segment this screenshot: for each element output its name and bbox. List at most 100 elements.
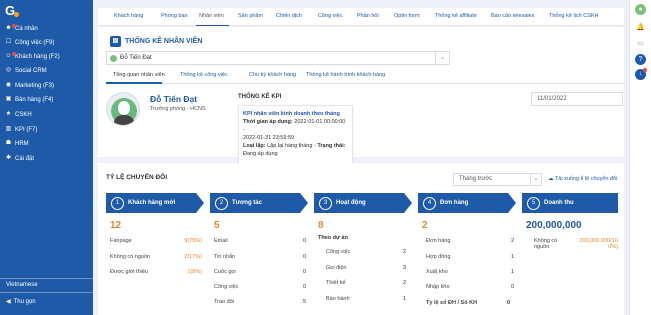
- date-input[interactable]: 11/01/2022: [531, 92, 623, 106]
- tab-campaigns[interactable]: Chiến dịch: [276, 13, 302, 19]
- step-number: 4: [423, 197, 436, 210]
- step-label: Doanh thu: [544, 200, 574, 206]
- step-new-customers[interactable]: 1 Khách hàng mới: [106, 193, 204, 213]
- row-value: 200,000,000(10 0%): [579, 238, 618, 250]
- help-icon[interactable]: ?: [635, 54, 646, 65]
- sidebar-item-customers[interactable]: ☺ Khách hàng (F2): [5, 52, 60, 60]
- step-activity[interactable]: 3 Hoạt động: [314, 193, 412, 213]
- star-icon: ★: [5, 111, 12, 117]
- list-item: Email 0: [214, 238, 306, 244]
- right-rail: ● 🔔 ▭ ? ↓: [629, 0, 651, 315]
- chevron-down-icon: ⌄: [435, 52, 449, 64]
- period-select[interactable]: Tháng trước ⌄: [453, 173, 542, 186]
- column-subheading: Theo dự án: [318, 235, 348, 241]
- row-key: Công việc: [214, 284, 239, 290]
- user-avatar-icon[interactable]: ●: [635, 4, 646, 15]
- notification-icon[interactable]: ↓: [635, 68, 647, 80]
- tab-customers[interactable]: Khách hàng: [114, 13, 143, 19]
- subtab-task-stats[interactable]: Thống kê công việc: [180, 72, 228, 78]
- sidebar-item-label: KPI (F7): [15, 126, 38, 133]
- row-value: 2: [402, 280, 406, 286]
- sidebar-item-settings[interactable]: ✱ Cài đặt: [5, 155, 34, 162]
- row-value: 0: [302, 254, 306, 260]
- step-total: 200,000,000: [526, 220, 582, 231]
- active-tab-underline: [196, 25, 229, 26]
- chevron-down-icon: ⌄: [530, 174, 541, 185]
- subtab-active-underline: [106, 82, 162, 84]
- top-tabs: Khách hàng Phòng ban Nhân viên Sản phẩm …: [98, 8, 624, 26]
- step-label: Đơn hàng: [440, 200, 469, 206]
- list-item: Tỷ lệ số ĐH / Số KH 0: [426, 300, 510, 306]
- social-icon: ◎: [5, 67, 12, 73]
- tab-affiliate-stats[interactable]: Thống kê affiliate: [435, 13, 477, 19]
- row-key: Không có nguồn: [534, 238, 558, 250]
- row-value: 0: [510, 284, 514, 290]
- sidebar-item-sales[interactable]: ▣ Bán hàng (F4): [5, 96, 54, 103]
- row-key: Báo hành: [326, 296, 350, 302]
- tab-cskh-schedule[interactable]: Thống kê lịch CSKH: [549, 13, 599, 19]
- row-key: Nhập kho: [426, 284, 450, 290]
- list-item: Không có nguồn 2(17%): [110, 254, 202, 260]
- sidebar-item-social-crm[interactable]: ◎ Social CRM: [5, 67, 47, 74]
- row-key: Không có nguồn: [110, 254, 151, 260]
- sidebar-item-tasks[interactable]: ☐ Công việc (F9): [5, 39, 55, 46]
- kpi-status-value: Đang áp dụng: [243, 151, 278, 157]
- logo-dot: [14, 12, 19, 17]
- sidebar-item-kpi[interactable]: ▥ KPI (F7): [5, 126, 38, 133]
- row-value: 1: [510, 269, 514, 275]
- list-item: Tin nhắn 0: [214, 254, 306, 260]
- tab-departments[interactable]: Phòng ban: [161, 13, 188, 19]
- list-item: Nhập kho 0: [426, 284, 514, 290]
- download-conversion-link[interactable]: ☁ Tải xuống tỉ lệ chuyển đổi: [548, 176, 617, 182]
- subtab-customer-journey[interactable]: Thống kê hành trình khách hàng: [306, 72, 385, 78]
- sidebar: G ☻ Cá nhân ☐ Công việc (F9) ☺ Khách hàn…: [0, 0, 93, 315]
- subtab-overview[interactable]: Tổng quan nhân viên: [113, 72, 165, 78]
- language-selector[interactable]: Vietnamese: [6, 282, 38, 288]
- subtab-customer-cycle[interactable]: Chu kỳ khách hàng: [249, 72, 296, 78]
- employee-avatar-icon: [110, 54, 117, 62]
- step-interaction[interactable]: 2 Tương tác: [210, 193, 308, 213]
- tab-employees[interactable]: Nhân viên: [199, 13, 224, 19]
- row-value: 0: [302, 238, 306, 244]
- list-item: Trao đổi 5: [214, 299, 306, 305]
- gear-icon: ✱: [5, 155, 12, 161]
- row-key: Trao đổi: [214, 299, 234, 305]
- list-item: Được giới thiệu 1(8%): [110, 269, 202, 275]
- customer-icon: ☺: [5, 52, 16, 60]
- bell-icon[interactable]: 🔔: [635, 22, 646, 33]
- row-value: 5: [302, 299, 306, 305]
- step-revenue[interactable]: 5 Doanh thu: [522, 193, 618, 213]
- row-key: Hợp đồng: [426, 254, 451, 260]
- sidebar-item-marketing[interactable]: ◉ Marketing (F3): [5, 82, 54, 89]
- tab-telesales-report[interactable]: Báo cáo telesales: [491, 13, 534, 19]
- period-select-value: Tháng trước: [459, 176, 493, 182]
- row-value: 1(8%): [187, 269, 202, 275]
- list-item: Thiết kế 2: [326, 280, 406, 286]
- list-item: Cuộc gọi 0: [214, 269, 306, 275]
- sidebar-item-personal[interactable]: ☻ Cá nhân: [5, 24, 38, 32]
- kpi-repeat-value: Lặp lại hàng tháng -: [267, 143, 316, 149]
- row-value: 0: [302, 269, 306, 275]
- sidebar-item-label: Marketing (F3): [15, 82, 55, 89]
- list-item: Không có nguồn 200,000,000(10 0%): [534, 238, 618, 250]
- step-label: Tương tác: [232, 200, 262, 206]
- row-key: Email: [214, 238, 228, 244]
- sidebar-item-cskh[interactable]: ★ CSKH: [5, 111, 32, 118]
- tab-feedback[interactable]: Phản hồi: [357, 13, 379, 19]
- list-item: Xuất kho 1: [426, 269, 514, 275]
- list-item: Báo hành 1: [326, 296, 406, 302]
- tab-products[interactable]: Sản phẩm: [238, 13, 263, 19]
- chat-icon[interactable]: ▭: [635, 38, 646, 49]
- step-orders[interactable]: 4 Đơn hàng: [418, 193, 516, 213]
- list-item: Fanpage 9(75%): [110, 238, 202, 244]
- tab-optin-form[interactable]: Optin form: [394, 13, 420, 19]
- sidebar-divider: [0, 278, 93, 279]
- collapse-button[interactable]: ◀ Thu gọn: [6, 298, 36, 306]
- list-item: Đơn hàng 2: [426, 238, 514, 244]
- step-label: Hoạt động: [336, 200, 366, 206]
- tab-tasks[interactable]: Công việc: [318, 13, 342, 19]
- sidebar-item-hrm[interactable]: ☗ HRM: [5, 140, 29, 147]
- row-key: Được giới thiệu: [110, 269, 149, 275]
- row-key: Thiết kế: [326, 280, 346, 286]
- employee-select[interactable]: Đỗ Tiến Đạt ⌄: [106, 51, 450, 65]
